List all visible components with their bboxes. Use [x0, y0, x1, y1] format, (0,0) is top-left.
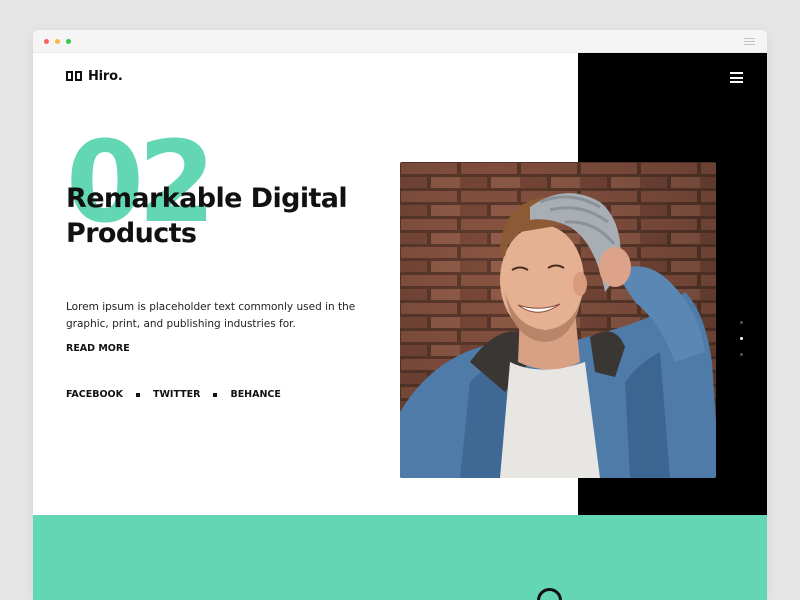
slider-dot[interactable]: [740, 321, 743, 324]
facebook-link[interactable]: FACEBOOK: [66, 389, 123, 400]
headline-line-1: Remarkable Digital: [66, 183, 348, 214]
read-more-link[interactable]: READ MORE: [66, 343, 130, 354]
close-window-dot[interactable]: [44, 39, 49, 44]
browser-window: Hiro. 02 Remarkable Digital Products Lor…: [33, 30, 767, 600]
browser-titlebar: [33, 30, 767, 53]
twitter-link[interactable]: TWITTER: [153, 389, 200, 400]
logo-mark-icon: [66, 71, 82, 81]
hero-description: Lorem ipsum is placeholder text commonly…: [66, 301, 356, 330]
slider-dot[interactable]: [740, 337, 743, 340]
accent-band: [33, 515, 767, 600]
browser-menu-icon[interactable]: [744, 38, 755, 46]
hero-headline: Remarkable Digital Products: [66, 181, 386, 251]
headline-line-2: Products: [66, 218, 197, 249]
hero-photo: [400, 162, 716, 478]
minimize-window-dot[interactable]: [55, 39, 60, 44]
social-separator: [135, 392, 140, 397]
hamburger-icon[interactable]: [730, 72, 743, 83]
social-links: FACEBOOK TWITTER BEHANCE: [66, 389, 281, 400]
behance-link[interactable]: BEHANCE: [230, 389, 280, 400]
maximize-window-dot[interactable]: [66, 39, 71, 44]
slider-dot[interactable]: [740, 353, 743, 356]
landing-page: Hiro. 02 Remarkable Digital Products Lor…: [33, 53, 767, 600]
brand-logo[interactable]: Hiro.: [66, 68, 123, 84]
brand-name: Hiro.: [88, 68, 123, 84]
slider-pagination: [740, 321, 744, 369]
social-separator: [213, 392, 218, 397]
